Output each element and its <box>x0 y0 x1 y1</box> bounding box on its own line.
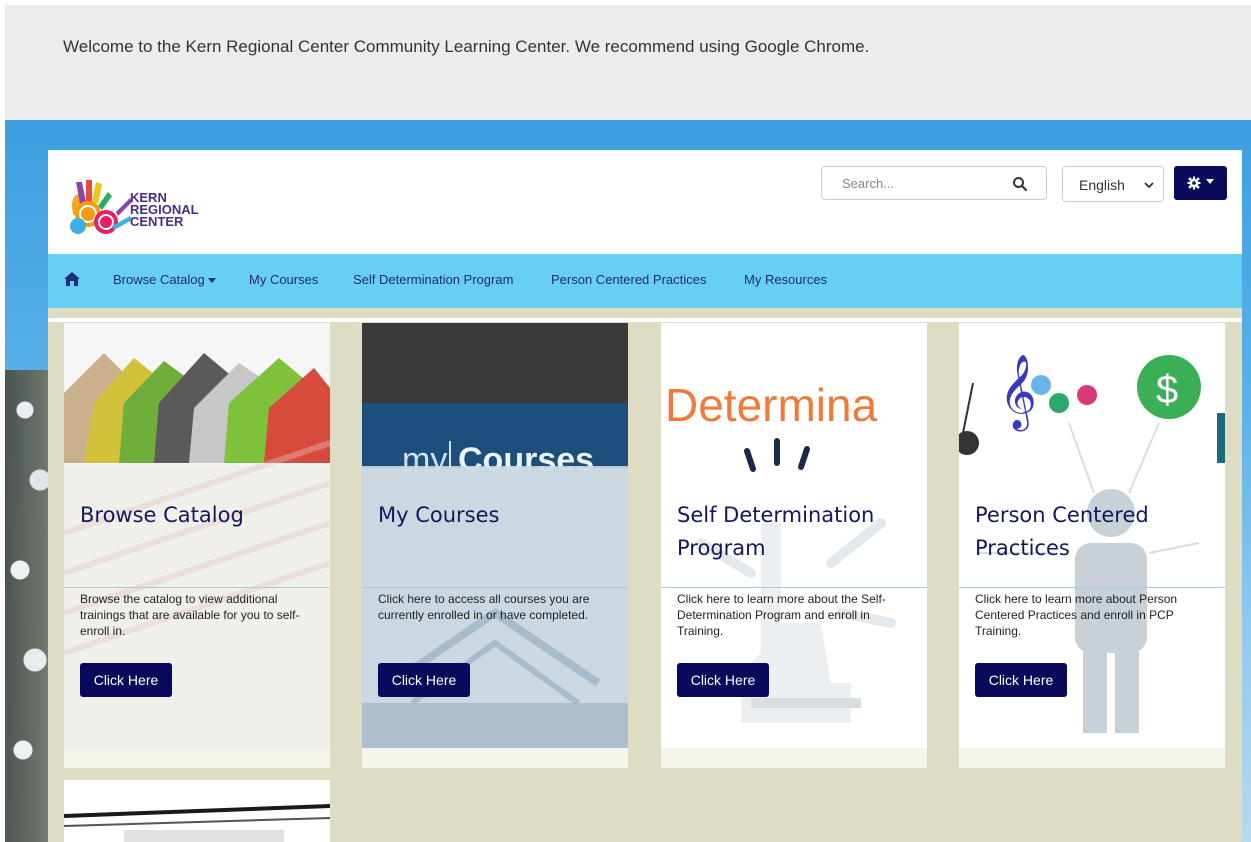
card-title: Person Centered Practices <box>975 503 1149 560</box>
nav-divider <box>48 318 1242 322</box>
card-divider <box>362 587 628 588</box>
my-courses-click-here-button[interactable]: Click Here <box>378 663 470 697</box>
card-description: Click here to access all courses you are… <box>378 592 590 622</box>
card-description: Click here to learn more about Person Ce… <box>975 592 1178 638</box>
site-header: KERN REGIONAL CENTER English <box>48 150 1242 254</box>
welcome-text: Welcome to the Kern Regional Center Comm… <box>63 37 870 56</box>
language-select[interactable]: English <box>1062 166 1164 202</box>
hands-logo-icon <box>70 180 132 234</box>
card-footer <box>959 748 1225 768</box>
self-determination-click-here-button[interactable]: Click Here <box>677 663 769 697</box>
card-title: My Courses <box>378 503 500 527</box>
welcome-banner: Welcome to the Kern Regional Center Comm… <box>5 5 1251 120</box>
dollar-icon: $ <box>1156 368 1178 412</box>
card-self-determination: Determina Self Determination Program Cli… <box>661 323 927 768</box>
person-centered-click-here-button[interactable]: Click Here <box>975 663 1067 697</box>
nav-item-my-resources[interactable]: My Resources <box>744 272 827 287</box>
nav-item-my-courses[interactable]: My Courses <box>249 272 318 287</box>
card-description: Browse the catalog to view additional tr… <box>80 592 300 638</box>
logo-line-3: CENTER <box>130 214 184 229</box>
settings-menu-button[interactable] <box>1174 166 1227 200</box>
card-footer <box>64 748 330 768</box>
card-divider <box>64 587 330 588</box>
nav-item-person-centered[interactable]: Person Centered Practices <box>551 272 706 287</box>
card-title: Self Determination Program <box>677 503 875 560</box>
home-icon[interactable] <box>64 272 80 286</box>
nav-item-label: Browse Catalog <box>113 272 205 287</box>
card-browse-catalog: Browse Catalog Browse the catalog to vie… <box>64 323 330 768</box>
img-text-determina: Determina <box>665 379 878 431</box>
main-nav: Browse Catalog My Courses Self Determina… <box>48 254 1242 308</box>
caret-down-icon <box>1206 179 1214 184</box>
card-my-resources <box>64 780 330 842</box>
site-container: KERN REGIONAL CENTER English <box>48 150 1242 842</box>
language-selected-value: English <box>1079 177 1125 193</box>
treble-clef-icon: 𝄞 <box>999 355 1037 432</box>
logo-wordmark: KERN REGIONAL CENTER <box>130 191 199 229</box>
card-divider <box>959 587 1225 588</box>
search-icon[interactable] <box>1012 176 1028 192</box>
card-my-courses: my Courses My Courses Click here to acce… <box>362 323 628 768</box>
resources-image <box>64 780 330 842</box>
gear-icon <box>1187 176 1201 190</box>
card-footer <box>362 748 628 768</box>
search-input[interactable] <box>822 167 1012 199</box>
card-divider <box>661 587 927 588</box>
search-box <box>821 166 1047 200</box>
card-person-centered: 𝄞 $ Person Centered Practices Click here… <box>959 323 1225 768</box>
card-description: Click here to learn more about the Self-… <box>677 592 886 638</box>
card-footer <box>661 748 927 768</box>
chevron-down-icon <box>1144 182 1154 189</box>
nav-item-self-determination[interactable]: Self Determination Program <box>353 272 513 287</box>
caret-down-icon <box>207 277 216 283</box>
nav-item-browse-catalog[interactable]: Browse Catalog <box>113 272 216 287</box>
card-title: Browse Catalog <box>80 503 244 527</box>
browse-catalog-click-here-button[interactable]: Click Here <box>80 663 172 697</box>
kern-regional-center-logo[interactable]: KERN REGIONAL CENTER <box>66 176 216 246</box>
